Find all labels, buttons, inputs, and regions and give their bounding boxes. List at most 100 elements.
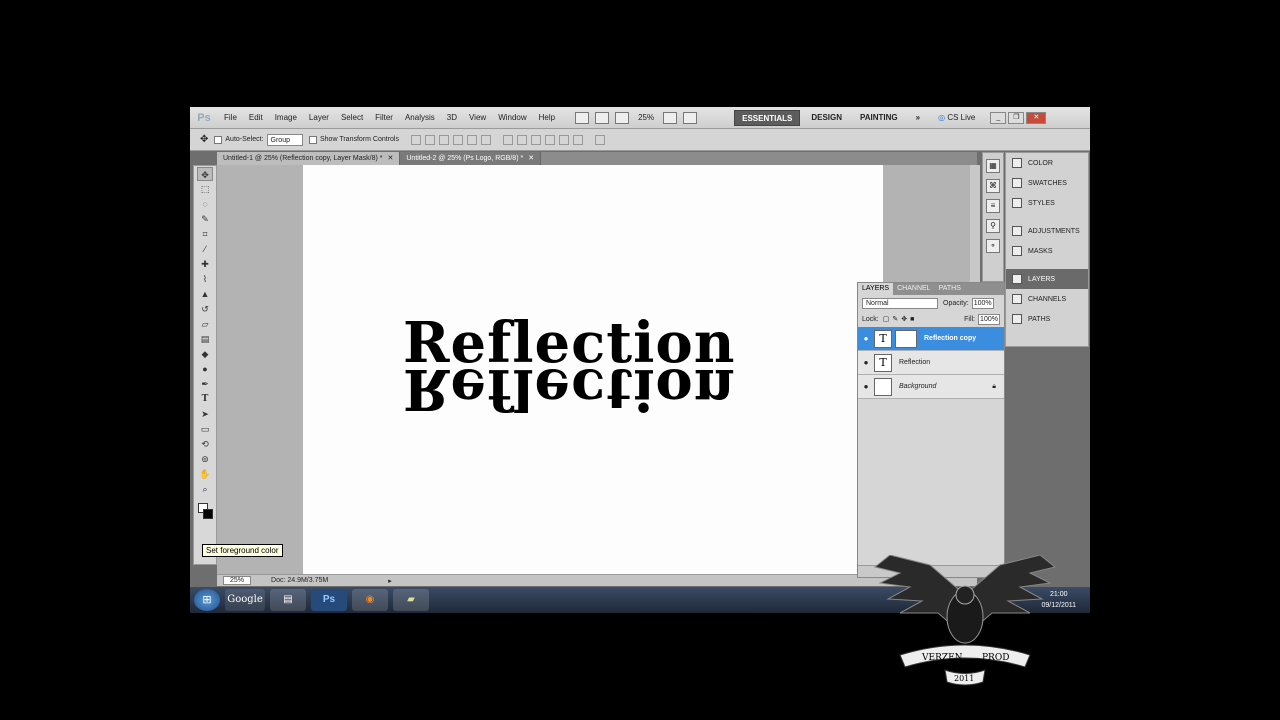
type-tool-icon[interactable]: T: [197, 392, 213, 406]
opacity-input[interactable]: 100%: [971, 297, 994, 309]
brushes-panel-icon[interactable]: ⚲: [986, 219, 1000, 233]
menu-analysis[interactable]: Analysis: [399, 113, 441, 122]
dock-paths[interactable]: PATHS: [1006, 309, 1088, 329]
menu-window[interactable]: Window: [492, 113, 532, 122]
dock-channels[interactable]: CHANNELS: [1006, 289, 1088, 309]
distribute-middle-icon[interactable]: [516, 134, 527, 145]
start-button[interactable]: ⊞: [194, 589, 220, 611]
eye-icon[interactable]: ●: [858, 358, 874, 367]
taskbar-folder-icon[interactable]: ▰: [393, 589, 429, 611]
gradient-tool-icon[interactable]: ▤: [197, 332, 213, 346]
align-bottom-icon[interactable]: [438, 134, 449, 145]
layer-background[interactable]: ● Background 🔒︎: [858, 375, 1004, 399]
menu-select[interactable]: Select: [335, 113, 369, 122]
eye-icon[interactable]: ●: [858, 334, 874, 343]
layer-reflection-copy[interactable]: ● T Reflection copy: [858, 327, 1004, 351]
taskbar-google[interactable]: Google: [225, 589, 265, 611]
align-right-icon[interactable]: [480, 134, 491, 145]
tab-layers[interactable]: LAYERS: [858, 283, 894, 295]
healing-brush-tool-icon[interactable]: ✚: [197, 257, 213, 271]
hand-tool-icon[interactable]: ✋: [197, 467, 213, 481]
mini-bridge-panel-icon[interactable]: ▦: [986, 159, 1000, 173]
taskbar-explorer-icon[interactable]: ▤: [270, 589, 306, 611]
3d-rotate-tool-icon[interactable]: ⟲: [197, 437, 213, 451]
menu-help[interactable]: Help: [533, 113, 561, 122]
view-extras-icon[interactable]: [615, 111, 630, 124]
clone-source-icon[interactable]: ⚬: [986, 239, 1000, 253]
clone-stamp-tool-icon[interactable]: ▲: [197, 287, 213, 301]
dock-color[interactable]: COLOR: [1006, 153, 1088, 173]
menu-edit[interactable]: Edit: [243, 113, 269, 122]
align-center-icon[interactable]: [466, 134, 477, 145]
auto-align-icon[interactable]: [594, 134, 605, 145]
tab-close-icon[interactable]: ✕: [528, 155, 534, 162]
eyedropper-tool-icon[interactable]: ⁄: [197, 242, 213, 256]
auto-select-dropdown[interactable]: Group: [266, 133, 303, 146]
brush-tool-icon[interactable]: ⌇: [197, 272, 213, 286]
3d-orbit-tool-icon[interactable]: ⊚: [197, 452, 213, 466]
move-tool-icon[interactable]: ✥: [200, 134, 208, 145]
workspace-essentials[interactable]: ESSENTIALS: [734, 109, 801, 126]
align-middle-icon[interactable]: [424, 134, 435, 145]
menu-3d[interactable]: 3D: [441, 113, 463, 122]
distribute-bottom-icon[interactable]: [530, 134, 541, 145]
history-brush-tool-icon[interactable]: ↺: [197, 302, 213, 316]
dock-masks[interactable]: MASKS: [1006, 241, 1088, 261]
dock-styles[interactable]: STYLES: [1006, 193, 1088, 213]
tab-channels[interactable]: CHANNEL: [893, 283, 934, 295]
background-color-swatch[interactable]: [203, 509, 213, 519]
distribute-right-icon[interactable]: [572, 134, 583, 145]
history-panel-icon[interactable]: ⌘: [986, 179, 1000, 193]
pen-tool-icon[interactable]: ✒: [197, 377, 213, 391]
document-canvas[interactable]: Reflection Reflection: [303, 165, 883, 574]
lock-all-icon[interactable]: ■: [910, 316, 914, 323]
screen-mode-icon[interactable]: [683, 111, 698, 124]
arrange-documents-icon[interactable]: [663, 111, 678, 124]
blend-mode-select[interactable]: Normal: [862, 297, 938, 309]
shape-tool-icon[interactable]: ▭: [197, 422, 213, 436]
taskbar-photoshop-icon[interactable]: Ps: [311, 589, 347, 611]
status-menu-arrow-icon[interactable]: ▸: [388, 577, 392, 585]
workspace-painting[interactable]: PAINTING: [853, 110, 905, 126]
distribute-top-icon[interactable]: [502, 134, 513, 145]
lock-position-icon[interactable]: ✥: [901, 315, 907, 323]
restore-button[interactable]: ❐: [1008, 111, 1025, 124]
crop-tool-icon[interactable]: ⌗: [197, 227, 213, 241]
fill-input[interactable]: 100%: [978, 313, 1000, 325]
dock-layers[interactable]: LAYERS: [1006, 269, 1088, 289]
align-left-icon[interactable]: [452, 134, 463, 145]
cs-live-button[interactable]: ◎ CS Live: [931, 110, 982, 126]
distribute-center-icon[interactable]: [558, 134, 569, 145]
menu-view[interactable]: View: [463, 113, 492, 122]
tab-paths[interactable]: PATHS: [935, 283, 965, 295]
tab-untitled-2[interactable]: Untitled-2 @ 25% (Ps Logo, RGB/8) * ✕: [400, 152, 542, 165]
menu-image[interactable]: Image: [269, 113, 303, 122]
quick-select-tool-icon[interactable]: ✎: [197, 212, 213, 226]
eraser-tool-icon[interactable]: ▱: [197, 317, 213, 331]
zoom-tool-icon[interactable]: ⌕: [197, 482, 213, 496]
bridge-icon[interactable]: [575, 111, 590, 124]
move-tool-icon[interactable]: ✥: [197, 167, 213, 181]
lasso-tool-icon[interactable]: ◌: [197, 197, 213, 211]
zoom-select[interactable]: 25%: [638, 113, 654, 122]
more-workspaces-button[interactable]: »: [909, 110, 927, 126]
lock-transparent-icon[interactable]: ▢: [883, 315, 890, 323]
distribute-left-icon[interactable]: [544, 134, 555, 145]
align-top-icon[interactable]: [410, 134, 421, 145]
workspace-design[interactable]: DESIGN: [804, 110, 849, 126]
lock-pixels-icon[interactable]: ✎: [892, 315, 898, 323]
auto-select-checkbox[interactable]: [214, 135, 223, 144]
tab-close-icon[interactable]: ✕: [388, 155, 394, 162]
close-button[interactable]: ✕: [1026, 111, 1047, 124]
marquee-tool-icon[interactable]: ⬚: [197, 182, 213, 196]
mini-bridge-icon[interactable]: [595, 111, 610, 124]
show-transform-checkbox[interactable]: [309, 135, 317, 144]
dock-adjustments[interactable]: ADJUSTMENTS: [1006, 221, 1088, 241]
status-zoom[interactable]: 25%: [223, 576, 252, 585]
tool-presets-icon[interactable]: ≡: [986, 199, 1000, 213]
dodge-tool-icon[interactable]: ●: [197, 362, 213, 376]
dock-swatches[interactable]: SWATCHES: [1006, 173, 1088, 193]
taskbar-firefox-icon[interactable]: ◉: [352, 589, 388, 611]
menu-filter[interactable]: Filter: [369, 113, 399, 122]
menu-layer[interactable]: Layer: [303, 113, 335, 122]
